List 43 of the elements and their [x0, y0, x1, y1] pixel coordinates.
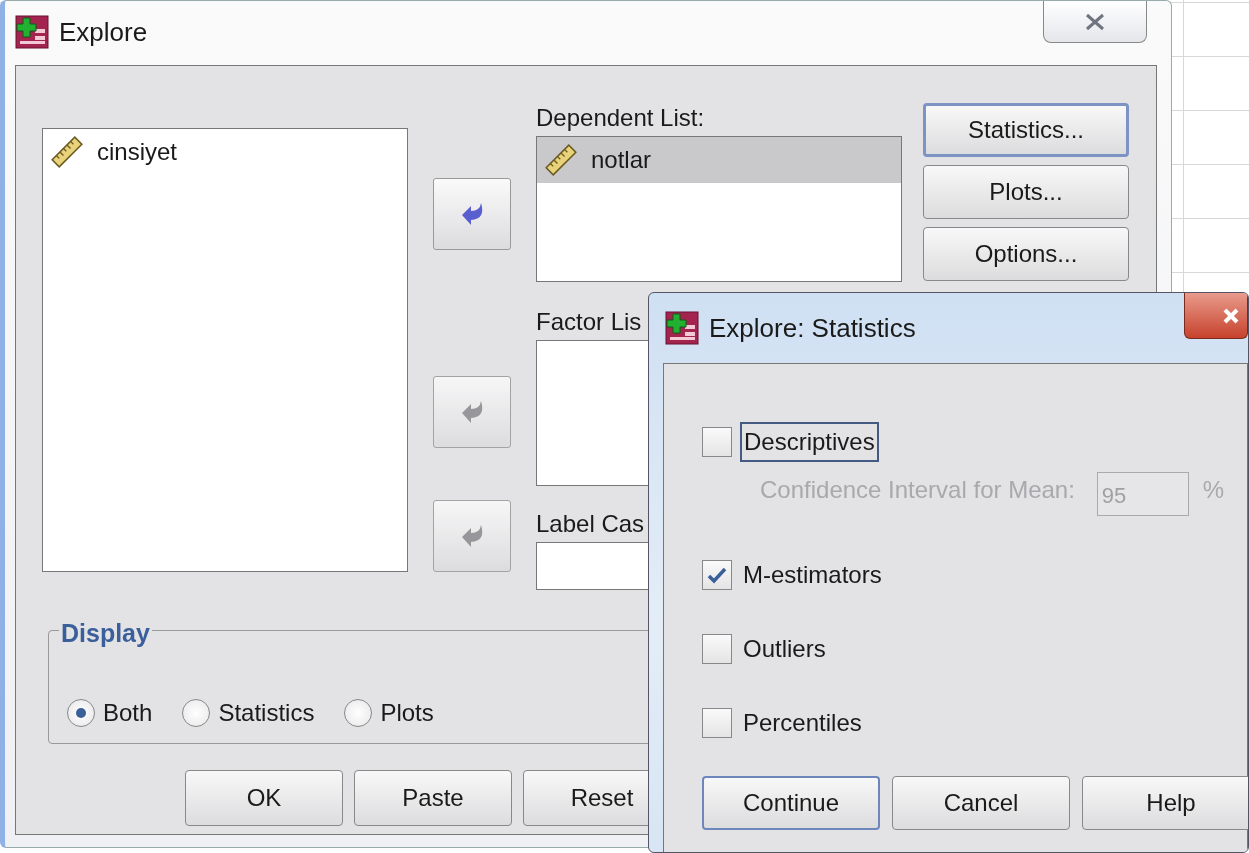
window-title: Explore: [59, 15, 148, 49]
item-label: cinsiyet: [97, 137, 178, 167]
radio-label: Statistics: [218, 698, 315, 728]
dialog-button[interactable]: Paste: [354, 770, 512, 826]
unit-label: %: [1202, 475, 1225, 505]
checkbox-label: M-estimators: [742, 560, 883, 590]
dialog-button[interactable]: Options...: [923, 227, 1129, 281]
dialog-button[interactable]: Continue: [702, 776, 880, 830]
move-button[interactable]: [433, 178, 511, 250]
dialog-button[interactable]: Cancel: [892, 776, 1070, 830]
dialog-button[interactable]: Plots...: [923, 165, 1129, 219]
field-label: Dependent List:: [536, 103, 705, 133]
variable-list[interactable]: cinsiyet: [42, 128, 408, 572]
checkbox[interactable]: [702, 560, 732, 590]
checkbox-label: Percentiles: [742, 708, 863, 738]
item-label: notlar: [591, 145, 652, 175]
close-button[interactable]: [1043, 1, 1147, 43]
radio-label: Plots: [380, 698, 434, 728]
checkbox[interactable]: [702, 634, 732, 664]
checkbox[interactable]: [702, 708, 732, 738]
dialog-button[interactable]: Help: [1082, 776, 1248, 830]
checkbox-label: Outliers: [742, 634, 827, 664]
dependent-list[interactable]: notlar: [536, 136, 902, 282]
list-item[interactable]: notlar: [537, 137, 901, 183]
field-label: Factor Lis: [536, 307, 642, 337]
window-title: Explore: Statistics: [709, 311, 916, 345]
dialog-button[interactable]: Statistics...: [923, 103, 1129, 157]
radio-button[interactable]: [67, 699, 95, 727]
dialog-button[interactable]: OK: [185, 770, 343, 826]
field-label: Label Cas: [536, 509, 645, 539]
close-icon: [1223, 307, 1239, 324]
app-icon: [15, 15, 49, 49]
radio-label: Both: [103, 698, 153, 728]
checkbox[interactable]: [702, 427, 732, 457]
radio-button[interactable]: [182, 699, 211, 727]
close-icon: [1084, 11, 1106, 32]
list-item[interactable]: cinsiyet: [43, 129, 407, 175]
field-label: Confidence Interval for Mean:: [760, 475, 1075, 505]
close-button[interactable]: [1184, 293, 1248, 339]
app-icon: [665, 311, 699, 345]
checkbox-label: Descriptives: [740, 422, 879, 462]
radio-button[interactable]: [344, 699, 373, 727]
check-icon: [706, 565, 728, 585]
